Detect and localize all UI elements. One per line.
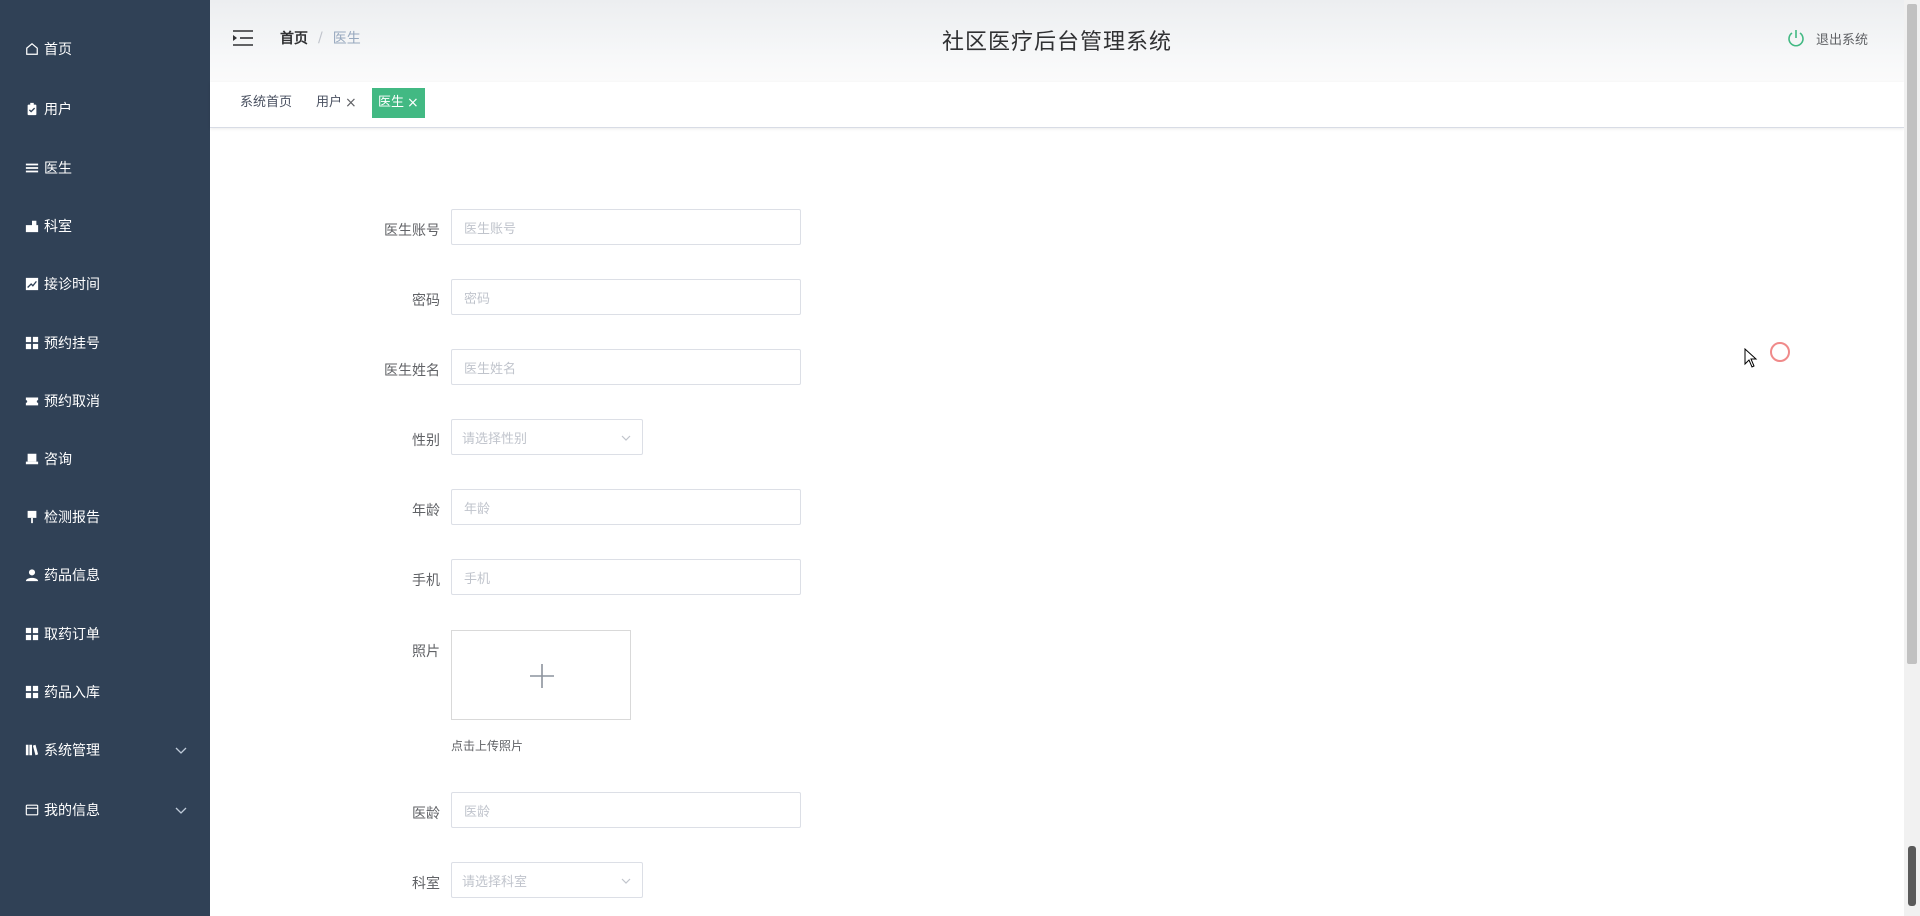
grid-icon xyxy=(24,626,40,642)
sidebar-item-pickup-orders[interactable]: 取药订单 xyxy=(0,605,210,663)
department-select-placeholder: 请选择科室 xyxy=(462,874,528,890)
sidebar-item-label: 首页 xyxy=(44,42,72,58)
sidebar-item-departments[interactable]: 科室 xyxy=(0,197,210,255)
click-indicator-icon xyxy=(1770,342,1790,362)
department-select[interactable]: 请选择科室 xyxy=(451,862,643,898)
grid-icon xyxy=(24,684,40,700)
tab-users[interactable]: 用户 × xyxy=(310,88,363,118)
bars-icon xyxy=(24,742,40,758)
sidebar-item-consultation[interactable]: 咨询 xyxy=(0,430,210,488)
gender-label: 性别 xyxy=(412,433,440,449)
sidebar-item-label: 药品信息 xyxy=(44,568,100,584)
scrollbar-thumb[interactable] xyxy=(1907,4,1917,664)
age-label: 年龄 xyxy=(412,503,440,519)
chevron-down-icon xyxy=(621,878,631,884)
vertical-scrollbar[interactable] xyxy=(1904,0,1920,916)
sidebar-item-appointment[interactable]: 预约挂号 xyxy=(0,314,210,372)
sidebar-item-my-info[interactable]: 我的信息 xyxy=(0,781,210,839)
chevron-down-icon xyxy=(175,747,187,754)
plus-icon xyxy=(530,664,554,688)
chevron-down-icon xyxy=(621,435,631,441)
sidebar-item-users[interactable]: 用户 xyxy=(0,80,210,138)
sidebar-item-home[interactable]: 首页 xyxy=(0,20,210,78)
sidebar-item-reception-time[interactable]: 接诊时间 xyxy=(0,255,210,313)
scrollbar-knob[interactable] xyxy=(1908,846,1916,906)
age-input[interactable]: 年龄 xyxy=(451,489,801,525)
years-input[interactable]: 医龄 xyxy=(451,792,801,828)
sidebar-item-label: 科室 xyxy=(44,219,72,235)
sidebar-item-appointment-cancel[interactable]: 预约取消 xyxy=(0,372,210,430)
tab-label: 用户 xyxy=(316,95,343,110)
clipboard-icon xyxy=(24,101,40,117)
sidebar-item-label: 接诊时间 xyxy=(44,277,100,293)
gender-select[interactable]: 请选择性别 xyxy=(451,419,643,455)
sidebar-item-doctors[interactable]: 医生 xyxy=(0,139,210,197)
power-icon xyxy=(1788,30,1804,47)
sidebar-item-drug-stock-in[interactable]: 药品入库 xyxy=(0,663,210,721)
wallet-icon xyxy=(24,802,40,818)
tab-system-home[interactable]: 系统首页 xyxy=(234,88,298,118)
sidebar: 首页 用户 医生 科室 接诊时间 预约挂号 预约取消 咨询 检测报告 药品信息 … xyxy=(0,0,210,916)
sidebar-item-label: 我的信息 xyxy=(44,803,100,819)
phone-input[interactable]: 手机 xyxy=(451,559,801,595)
sidebar-item-label: 检测报告 xyxy=(44,510,100,526)
building-icon xyxy=(24,218,40,234)
password-input[interactable]: 密码 xyxy=(451,279,801,315)
navbar: 首页 / 医生 社区医疗后台管理系统 退出系统 xyxy=(210,0,1904,82)
photo-label: 照片 xyxy=(412,644,440,660)
user-icon xyxy=(24,567,40,583)
home-icon xyxy=(24,41,40,57)
sidebar-item-label: 医生 xyxy=(44,161,72,177)
logout-label: 退出系统 xyxy=(1815,32,1868,48)
sidebar-item-drug-info[interactable]: 药品信息 xyxy=(0,546,210,604)
sidebar-item-label: 预约取消 xyxy=(44,394,100,410)
sidebar-item-label: 药品入库 xyxy=(44,685,100,701)
chart-icon xyxy=(24,276,40,292)
sidebar-item-label: 咨询 xyxy=(44,452,72,468)
doctor-account-label: 医生账号 xyxy=(384,223,440,239)
password-label: 密码 xyxy=(412,293,440,309)
doctor-account-input[interactable]: 医生账号 xyxy=(451,209,801,245)
logout-button[interactable]: 退出系统 xyxy=(1786,28,1868,48)
ticket-icon xyxy=(24,393,40,409)
department-label: 科室 xyxy=(412,876,440,892)
tags-view: 系统首页 用户 × 医生 × xyxy=(210,82,1904,128)
years-label: 医龄 xyxy=(412,806,440,822)
grid-icon xyxy=(24,335,40,351)
phone-label: 手机 xyxy=(412,573,440,589)
list-icon xyxy=(24,160,40,176)
close-icon[interactable]: × xyxy=(407,88,419,118)
chevron-down-icon xyxy=(175,807,187,814)
sidebar-item-system-management[interactable]: 系统管理 xyxy=(0,721,210,779)
close-icon[interactable]: × xyxy=(345,88,357,118)
sidebar-item-test-report[interactable]: 检测报告 xyxy=(0,488,210,546)
photo-uploader[interactable] xyxy=(451,630,631,720)
sidebar-item-label: 系统管理 xyxy=(44,743,100,759)
tab-label: 医生 xyxy=(378,95,405,110)
upload-tip: 点击上传照片 xyxy=(451,739,524,753)
doctor-name-label: 医生姓名 xyxy=(384,363,440,379)
doctor-name-input[interactable]: 医生姓名 xyxy=(451,349,801,385)
pin-icon xyxy=(24,509,40,525)
page-title: 社区医疗后台管理系统 xyxy=(941,30,1172,55)
mouse-cursor-icon xyxy=(1744,348,1758,368)
printer-icon xyxy=(24,451,40,467)
sidebar-item-label: 预约挂号 xyxy=(44,336,100,352)
tab-label: 系统首页 xyxy=(240,95,293,110)
sidebar-item-label: 取药订单 xyxy=(44,627,100,643)
tab-doctors[interactable]: 医生 × xyxy=(372,88,425,118)
sidebar-item-label: 用户 xyxy=(44,102,72,118)
gender-select-placeholder: 请选择性别 xyxy=(462,431,528,447)
